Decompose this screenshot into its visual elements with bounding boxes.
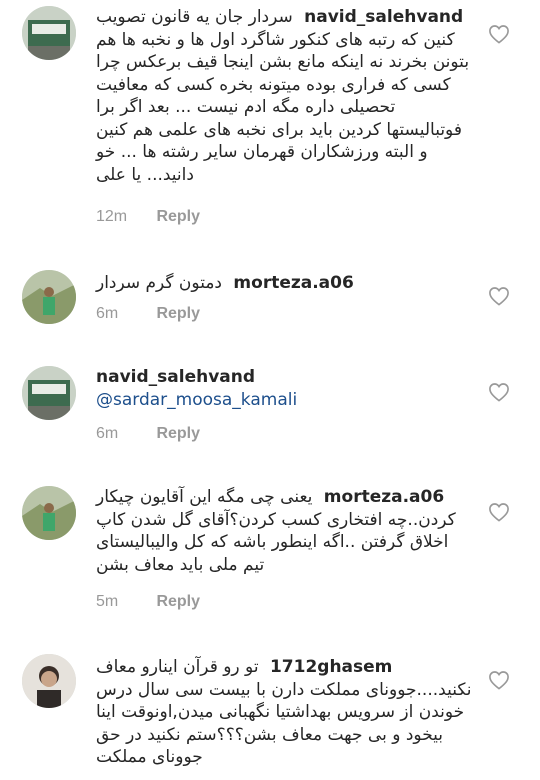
comment-username[interactable]: morteza.a06 bbox=[233, 273, 353, 293]
comment-text: morteza.a06 یعنی چی مگه این آقایون چیکار… bbox=[96, 486, 472, 576]
comment-text: navid_salehvand @sardar_moosa_kamali bbox=[96, 366, 472, 411]
comment-meta: 5m Reply bbox=[96, 593, 200, 611]
reply-button[interactable]: Reply bbox=[156, 305, 200, 322]
heart-outline-icon[interactable] bbox=[488, 670, 510, 690]
avatar[interactable] bbox=[22, 654, 76, 708]
reply-button[interactable]: Reply bbox=[156, 425, 200, 442]
comment-meta: 12m Reply bbox=[96, 208, 200, 226]
heart-outline-icon[interactable] bbox=[488, 24, 510, 44]
comment-mention[interactable]: @sardar_moosa_kamali bbox=[96, 389, 472, 412]
reply-button[interactable]: Reply bbox=[156, 208, 200, 225]
comment-text: navid_salehvand سردار جان یه قانون تصویب… bbox=[96, 6, 472, 186]
comment-time: 12m bbox=[96, 208, 128, 225]
comment-time: 5m bbox=[96, 593, 119, 610]
heart-outline-icon[interactable] bbox=[488, 286, 510, 306]
heart-outline-icon[interactable] bbox=[488, 382, 510, 402]
comment-text: 1712ghasem تو رو قرآن اینارو معاف نکنید.… bbox=[96, 656, 472, 769]
comment-meta: 6m Reply bbox=[96, 425, 200, 443]
comment-body: دمتون گرم سردار bbox=[96, 273, 223, 293]
avatar[interactable] bbox=[22, 366, 76, 420]
comment-username[interactable]: morteza.a06 bbox=[324, 487, 444, 507]
comment-username[interactable]: navid_salehvand bbox=[304, 7, 463, 27]
comment-text: morteza.a06 دمتون گرم سردار bbox=[96, 272, 472, 295]
comment-username[interactable]: 1712ghasem bbox=[270, 657, 392, 677]
comment-time: 6m bbox=[96, 305, 119, 322]
avatar[interactable] bbox=[22, 6, 76, 60]
comment-username[interactable]: navid_salehvand bbox=[96, 366, 472, 389]
comment-time: 6m bbox=[96, 425, 119, 442]
reply-button[interactable]: Reply bbox=[156, 593, 200, 610]
avatar[interactable] bbox=[22, 486, 76, 540]
avatar[interactable] bbox=[22, 270, 76, 324]
comment-body: سردار جان یه قانون تصویب کنین که رتبه ها… bbox=[96, 7, 470, 185]
comment-meta: 6m Reply bbox=[96, 305, 200, 323]
heart-outline-icon[interactable] bbox=[488, 502, 510, 522]
